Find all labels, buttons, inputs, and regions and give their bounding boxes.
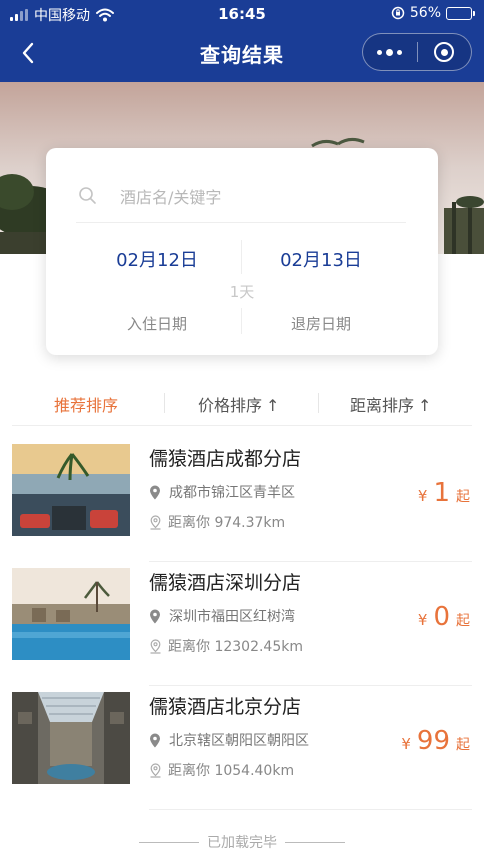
price-currency: ¥ [417,487,428,505]
search-icon [79,187,96,204]
hotel-address-text: 北京辖区朝阳区朝阳区 [169,733,309,749]
hotel-list-item[interactable]: 儒猿酒店北京分店 北京辖区朝阳区朝阳区 距离你 1054.40km ¥ 99 起 [12,686,472,810]
hotel-address: 成都市锦江区青羊区 [149,482,295,502]
sort-recommended-label: 推荐排序 [54,396,119,415]
sort-separator [164,393,165,413]
hotel-price: ¥ 0起 [418,602,470,632]
target-icon [434,42,455,62]
status-right: 56% [391,5,475,21]
hotel-name: 儒猿酒店北京分店 [149,696,302,718]
battery-percent: 56% [409,5,441,21]
price-value: 0 [433,602,450,632]
hotel-address-text: 深圳市福田区红树湾 [169,609,295,625]
date-divider-bottom [241,308,242,334]
sort-bar: 推荐排序 价格排序 ↑ 距离排序 ↑ [12,380,472,426]
price-suffix: 起 [456,489,470,505]
miniprogram-capsule [362,33,472,71]
price-value: 1 [433,478,450,508]
list-divider [149,809,472,810]
hotel-name: 儒猿酒店成都分店 [149,448,302,470]
search-card: 02月12日 02月13日 1天 入住日期 退房日期 [46,148,438,355]
hotel-price: ¥ 99 起 [401,726,470,756]
hotel-distance: 距离你 12302.45km [149,636,303,656]
hotel-distance-text: 距离你 974.37km [168,515,286,531]
hotel-address: 北京辖区朝阳区朝阳区 [149,730,309,750]
date-divider-top [241,240,242,274]
sort-distance[interactable]: 距离排序 ↑ [350,392,431,416]
footer-line-right [285,841,345,843]
header: 中国移动 16:45 56% 查询结果 [0,0,484,82]
more-button[interactable] [363,34,417,70]
hotel-list-item[interactable]: 儒猿酒店成都分店 成都市锦江区青羊区 距离你 974.37km ¥ 1起 [12,438,472,562]
hotel-price: ¥ 1起 [418,478,470,508]
status-bar: 中国移动 16:45 56% [0,0,484,28]
sort-price-arrow-icon: ↑ [266,396,280,415]
hotel-name: 儒猿酒店深圳分店 [149,572,302,594]
battery-icon [446,6,475,20]
hotel-list-item[interactable]: 儒猿酒店深圳分店 深圳市福田区红树湾 距离你 12302.45km ¥ 0起 [12,562,472,686]
hotel-distance-text: 距离你 1054.40km [168,763,295,779]
distance-pin-icon [150,514,161,530]
sort-separator [318,393,319,413]
more-icon [377,48,403,56]
location-pin-icon [150,609,160,623]
sort-distance-arrow-icon: ↑ [418,396,432,415]
hotel-address: 深圳市福田区红树湾 [149,606,295,626]
distance-pin-icon [150,762,161,778]
hotel-distance-text: 距离你 12302.45km [168,639,303,655]
location-pin-icon [150,485,160,499]
price-currency: ¥ [401,735,411,753]
distance-pin-icon [150,638,161,654]
hotel-address-text: 成都市锦江区青羊区 [169,485,295,501]
price-suffix: 起 [456,613,470,629]
checkin-date[interactable]: 02月12日 [82,246,232,272]
hotel-search-input[interactable] [120,185,390,209]
price-value: 99 [416,726,450,756]
search-row [76,183,406,223]
footer-text: 已加载完毕 [207,835,277,851]
sort-distance-label: 距离排序 [350,396,415,415]
sort-price[interactable]: 价格排序 ↑ [198,392,279,416]
nights-count: 1天 [229,283,255,301]
load-complete-footer: 已加载完毕 [0,832,484,852]
checkin-label: 入住日期 [126,315,187,333]
hotel-thumbnail [12,444,130,536]
price-suffix: 起 [456,737,470,753]
checkout-date[interactable]: 02月13日 [246,246,396,272]
price-currency: ¥ [417,611,428,629]
sort-recommended[interactable]: 推荐排序 [54,392,118,416]
location-pin-icon [150,733,160,747]
hotel-thumbnail [12,568,130,660]
footer-line-left [139,841,199,843]
hotel-distance: 距离你 1054.40km [149,760,294,780]
hotel-thumbnail [12,692,130,784]
sort-price-label: 价格排序 [198,396,263,415]
checkout-label: 退房日期 [290,315,351,333]
nav-bar: 查询结果 [0,28,484,82]
hotel-distance: 距离你 974.37km [149,512,285,532]
close-miniprogram-button[interactable] [418,34,472,70]
orientation-lock-icon [391,6,405,20]
